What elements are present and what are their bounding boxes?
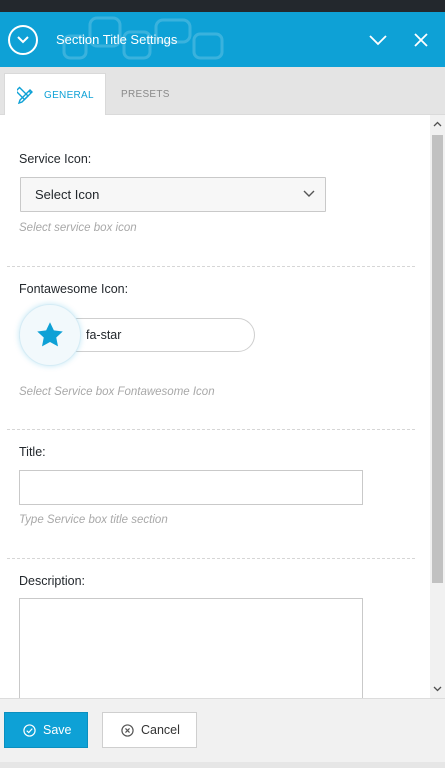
description-label: Description:	[19, 574, 85, 588]
title-description: Type Service box title section	[19, 514, 168, 526]
save-button-label: Save	[43, 723, 72, 737]
modal-footer: Save Cancel	[0, 698, 445, 762]
scroll-up-icon[interactable]	[433, 120, 442, 129]
service-icon-selected-value: Select Icon	[35, 187, 100, 202]
tab-general-label: General	[44, 89, 94, 101]
section-divider	[7, 558, 415, 559]
modal-header: Section Title Settings	[0, 12, 445, 67]
cancel-button[interactable]: Cancel	[102, 712, 197, 748]
scroll-down-icon[interactable]	[433, 684, 442, 693]
cancel-button-label: Cancel	[141, 723, 180, 737]
modal-title: Section Title Settings	[56, 32, 178, 47]
tab-presets-label: Presets	[121, 88, 170, 100]
top-dark-strip	[0, 0, 445, 12]
fontawesome-icon-description: Select Service box Fontawesome Icon	[19, 386, 215, 398]
tab-general[interactable]: General	[4, 73, 106, 116]
close-icon	[414, 33, 428, 47]
section-divider	[7, 266, 415, 267]
check-circle-icon	[23, 723, 36, 737]
scrollbar-thumb[interactable]	[432, 135, 443, 583]
x-circle-icon	[121, 723, 134, 737]
service-icon-description: Select service box icon	[19, 222, 137, 234]
service-icon-select[interactable]: Select Icon	[20, 177, 326, 212]
chevron-down-circle-icon	[17, 36, 29, 44]
tab-bar: General Presets	[0, 67, 445, 116]
bottom-edge	[0, 762, 445, 768]
fontawesome-icon-value: fa-star	[86, 328, 122, 342]
pencil-ruler-icon	[17, 86, 33, 105]
close-button[interactable]	[411, 30, 431, 50]
service-icon-label: Service Icon:	[19, 152, 92, 166]
tab-presets[interactable]: Presets	[121, 73, 170, 115]
title-label: Title:	[19, 445, 46, 459]
description-textarea[interactable]	[19, 598, 363, 698]
content-scrollbar[interactable]	[430, 115, 445, 698]
fontawesome-icon-label: Fontawesome Icon:	[19, 282, 129, 296]
collapse-button[interactable]	[368, 30, 388, 50]
chevron-down-icon	[303, 190, 315, 197]
panel-toggle-button[interactable]	[8, 25, 38, 55]
section-divider	[7, 429, 415, 430]
settings-form: Service Icon: Select Icon Select service…	[0, 115, 430, 698]
collapse-chevron-icon	[369, 35, 387, 46]
fontawesome-icon-preview[interactable]	[19, 304, 81, 366]
title-input[interactable]	[19, 470, 363, 505]
star-icon	[37, 322, 63, 347]
save-button[interactable]: Save	[4, 712, 88, 748]
